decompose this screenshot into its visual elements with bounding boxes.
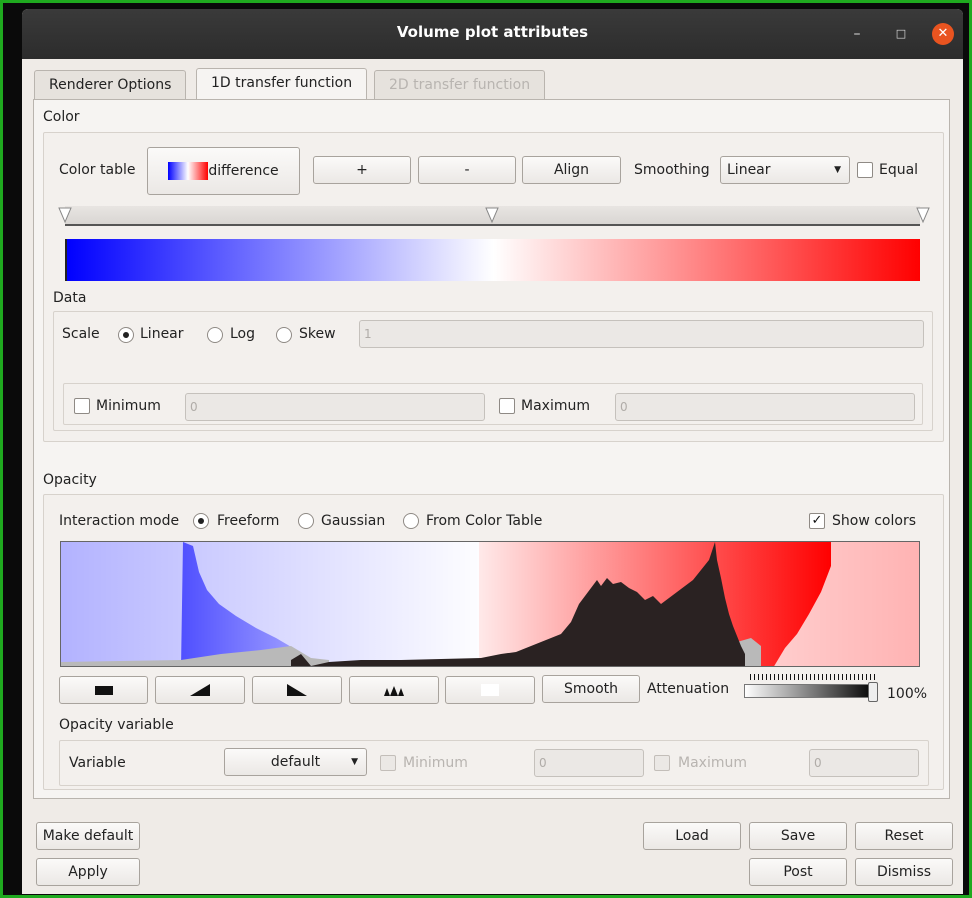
scale-log-label: Log [230,326,256,342]
window-title: Volume plot attributes [396,23,589,41]
ramp-down-icon [287,684,307,696]
variable-label: Variable [69,755,126,771]
maximize-icon[interactable]: □ [890,23,912,45]
variable-value: default [270,754,321,770]
color-point-handle[interactable] [484,206,500,226]
smooth-button[interactable]: Smooth [542,675,640,703]
post-button[interactable]: Post [749,858,847,886]
skew-value-input: 1 [359,320,924,348]
variable-maximum-checkbox [654,755,670,771]
show-colors-checkbox[interactable]: ✓ [809,513,825,529]
data-maximum-input: 0 [615,393,915,421]
chevron-down-icon: ▼ [351,757,358,767]
color-point-handle[interactable] [915,206,931,226]
opacity-canvas[interactable] [60,541,920,667]
title-bar[interactable]: Volume plot attributes – □ ✕ [22,9,963,59]
color-section-label: Color [43,109,80,125]
attenuation-track [744,684,876,698]
load-button[interactable]: Load [643,822,741,850]
interaction-mode-label: Interaction mode [59,513,180,529]
opacity-ramp-up-button[interactable] [155,676,245,704]
mode-gaussian-radio[interactable] [298,513,314,529]
reset-button[interactable]: Reset [855,822,953,850]
tab-renderer-options[interactable]: Renderer Options [34,70,187,100]
color-gradient-bar [65,239,920,281]
color-table-value: difference [208,163,279,179]
ramp-spikes-icon [384,686,404,696]
align-button[interactable]: Align [522,156,621,184]
opacity-ramp-down-button[interactable] [252,676,342,704]
opacity-variable-group [59,740,929,786]
dismiss-button[interactable]: Dismiss [855,858,953,886]
data-section-label: Data [53,290,87,306]
mode-freeform-label: Freeform [217,513,280,529]
save-button[interactable]: Save [749,822,847,850]
scale-label: Scale [62,326,100,342]
attenuation-slider[interactable] [744,672,884,706]
equal-checkbox[interactable] [857,162,873,178]
color-point-handle[interactable] [57,206,73,226]
variable-minimum-checkbox [380,755,396,771]
remove-point-button[interactable]: - [418,156,516,184]
close-icon[interactable]: ✕ [932,23,954,45]
opacity-flat-button[interactable] [59,676,148,704]
color-table-swatch [168,162,209,180]
tab-2d-transfer-function: 2D transfer function [374,70,546,100]
variable-maximum-label: Maximum [678,755,747,771]
mode-from-color-table-radio[interactable] [403,513,419,529]
smoothing-select[interactable]: Linear ▼ [720,156,850,184]
attenuation-label: Attenuation [647,681,730,697]
ramp-white-icon [481,684,499,696]
variable-select[interactable]: default ▼ [224,748,367,776]
scale-linear-label: Linear [140,326,184,342]
data-minimum-input: 0 [185,393,485,421]
make-default-button[interactable]: Make default [36,822,140,850]
smoothing-label: Smoothing [634,162,710,178]
tab-1d-transfer-function[interactable]: 1D transfer function [196,68,368,100]
ramp-flat-icon [94,685,113,695]
minimize-icon[interactable]: – [846,23,868,45]
data-minimum-checkbox[interactable] [74,398,90,414]
data-maximum-checkbox[interactable] [499,398,515,414]
data-minimum-label: Minimum [96,398,161,414]
opacity-section-label: Opacity [43,472,97,488]
scale-log-radio[interactable] [207,327,223,343]
attenuation-handle[interactable] [868,682,878,702]
opacity-white-button[interactable] [445,676,535,704]
attenuation-ticks [750,674,876,680]
variable-maximum-input: 0 [809,749,919,777]
color-table-button[interactable]: difference [147,147,300,195]
opacity-spikes-button[interactable] [349,676,439,704]
volume-plot-attributes-window: Volume plot attributes – □ ✕ Renderer Op… [22,9,963,894]
variable-minimum-input: 0 [534,749,644,777]
attenuation-value: 100% [887,686,928,702]
opacity-variable-label: Opacity variable [59,717,174,733]
ramp-up-icon [190,684,210,696]
color-table-label: Color table [59,162,136,178]
variable-minimum-label: Minimum [403,755,468,771]
scale-skew-radio[interactable] [276,327,292,343]
show-colors-label: Show colors [832,513,916,529]
chevron-down-icon: ▼ [834,165,841,175]
mode-freeform-radio[interactable] [193,513,209,529]
smoothing-value: Linear [727,162,771,178]
tab-content-1d: Color Color table difference + - Align S… [33,99,950,799]
opacity-histogram-svg [61,542,919,666]
data-maximum-label: Maximum [521,398,590,414]
equal-label: Equal [879,162,919,178]
add-point-button[interactable]: + [313,156,411,184]
mode-from-color-table-label: From Color Table [426,513,543,529]
scale-skew-label: Skew [299,326,336,342]
apply-button[interactable]: Apply [36,858,140,886]
scale-linear-radio[interactable] [118,327,134,343]
mode-gaussian-label: Gaussian [321,513,386,529]
